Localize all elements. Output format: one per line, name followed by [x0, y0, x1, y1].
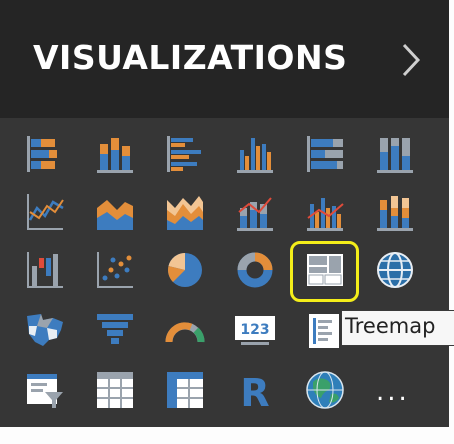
gauge-icon[interactable] — [157, 304, 213, 358]
100-percent-stacked-column-chart-icon[interactable] — [367, 128, 423, 182]
more-options-icon[interactable]: ... — [376, 377, 410, 407]
ribbon-chart-icon[interactable] — [367, 186, 423, 240]
treemap-icon[interactable] — [297, 244, 353, 298]
stacked-bar-chart-icon[interactable] — [17, 128, 73, 182]
chevron-right-icon[interactable] — [398, 42, 424, 78]
funnel-icon[interactable] — [87, 304, 143, 358]
area-chart-icon[interactable] — [87, 186, 143, 240]
line-chart-icon[interactable] — [17, 186, 73, 240]
card-icon[interactable]: 123 — [227, 304, 283, 358]
svg-text:123: 123 — [240, 322, 269, 338]
filled-map-icon[interactable] — [17, 304, 73, 358]
tooltip: Treemap — [341, 310, 454, 346]
scatter-chart-icon[interactable] — [87, 244, 143, 298]
100-percent-stacked-bar-chart-icon[interactable] — [297, 128, 353, 182]
matrix-icon[interactable] — [157, 364, 213, 418]
table-icon[interactable] — [87, 364, 143, 418]
stacked-column-chart-icon[interactable] — [87, 128, 143, 182]
r-script-visual-icon[interactable]: R — [227, 364, 283, 418]
clustered-bar-chart-icon[interactable] — [157, 128, 213, 182]
pane-title: VISUALIZATIONS — [33, 38, 348, 77]
clustered-column-chart-icon[interactable] — [227, 128, 283, 182]
map-icon[interactable] — [367, 244, 423, 298]
pie-chart-icon[interactable] — [157, 244, 213, 298]
waterfall-chart-icon[interactable] — [17, 244, 73, 298]
line-and-clustered-column-chart-icon[interactable] — [297, 186, 353, 240]
slicer-filter-icon[interactable] — [17, 364, 73, 418]
visualizations-pane: VISUALIZATIONS 123 R ... — [0, 0, 449, 427]
arcgis-map-icon[interactable] — [297, 364, 353, 418]
donut-chart-icon[interactable] — [227, 244, 283, 298]
pane-header: VISUALIZATIONS — [0, 0, 449, 118]
stacked-area-chart-icon[interactable] — [157, 186, 213, 240]
line-and-stacked-column-chart-icon[interactable] — [227, 186, 283, 240]
svg-text:R: R — [240, 371, 269, 412]
